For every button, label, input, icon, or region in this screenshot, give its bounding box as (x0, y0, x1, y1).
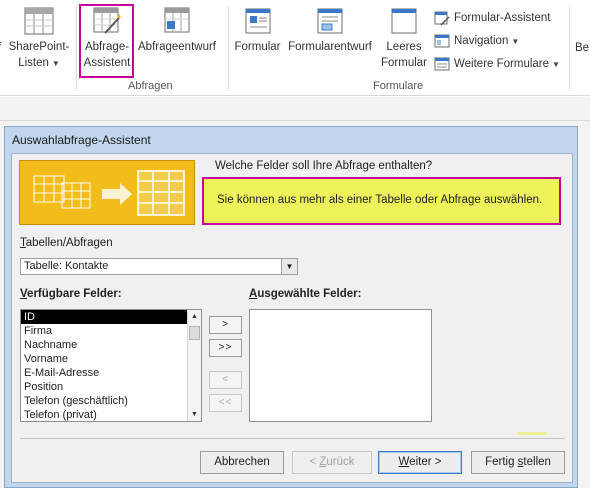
button-separator (20, 438, 565, 439)
ribbon-edge-right: Be (575, 42, 590, 54)
vertical-scrollbar[interactable]: ▲ ▼ (187, 310, 201, 421)
scroll-down-icon[interactable]: ▼ (188, 408, 201, 421)
selected-fields-label: Ausgewählte Felder: (249, 288, 362, 300)
form-wizard-button[interactable]: Formular-Assistent (434, 8, 551, 28)
info-callout: Sie können aus mehr als einer Tabelle od… (202, 177, 561, 225)
group-divider (228, 6, 229, 90)
dialog-title: Auswahlabfrage-Assistent (12, 133, 151, 147)
navigation-form-icon (434, 34, 450, 48)
list-item[interactable]: E-Mail-Adresse (21, 366, 187, 380)
more-forms-button[interactable]: Weitere Formulare ▼ (434, 54, 560, 74)
available-fields-list[interactable]: ID Firma Nachname Vorname E-Mail-Adresse… (20, 309, 202, 422)
selected-fields-list[interactable] (249, 309, 432, 422)
more-forms-icon (434, 57, 450, 71)
sharepoint-lists-button[interactable]: SharePoint- Listen ▼ (6, 6, 72, 72)
remove-all-fields-button[interactable]: << (209, 394, 242, 412)
finish-button[interactable]: Fertig stellen (471, 451, 565, 474)
group-divider (569, 6, 570, 90)
add-all-fields-button[interactable]: >> (209, 339, 242, 357)
ribbon: f SharePoint- Listen▼ Abfrage- Assistent (0, 0, 590, 96)
list-item[interactable]: Vorname (21, 352, 187, 366)
list-item[interactable]: Position (21, 380, 187, 394)
list-item[interactable]: Telefon (geschäftlich) (21, 394, 187, 408)
blank-form-button[interactable]: Leeres Formular (378, 6, 430, 71)
workspace-divider (0, 120, 590, 121)
list-item[interactable]: ID (21, 310, 187, 324)
form-button[interactable]: Formular (230, 6, 285, 55)
scroll-up-icon[interactable]: ▲ (188, 310, 201, 323)
list-item[interactable]: Telefon (privat) (21, 408, 187, 421)
tables-queries-label: Tabellen/Abfragen (20, 237, 113, 249)
group-label-queries: Abfragen (128, 80, 173, 92)
info-text: Sie können aus mehr als einer Tabelle od… (217, 194, 543, 206)
form-design-icon (317, 8, 343, 34)
add-field-button[interactable]: > (209, 316, 242, 334)
scrollbar-thumb[interactable] (189, 326, 200, 340)
list-item[interactable]: Firma (21, 324, 187, 338)
dialog-body: Welche Felder soll Ihre Abfrage enthalte… (11, 153, 573, 483)
query-design-button[interactable]: Abfrageentwurf (134, 6, 220, 55)
table-to-query-illustration-icon (33, 170, 185, 216)
next-button[interactable]: Weiter > (378, 451, 462, 474)
accent-mark (517, 432, 547, 435)
chevron-down-icon: ▼ (51, 59, 60, 68)
cancel-button[interactable]: Abbrechen (200, 451, 284, 474)
query-wizard-dialog: Auswahlabfrage-Assistent Welche Felder s… (4, 126, 578, 488)
chevron-down-icon: ▼ (552, 59, 560, 69)
tables-queries-select[interactable]: Tabelle: Kontakte ▼ (20, 258, 298, 275)
list-item[interactable]: Nachname (21, 338, 187, 352)
form-icon (245, 8, 270, 34)
form-wizard-icon (434, 11, 450, 26)
form-design-button[interactable]: Formularentwurf (285, 6, 375, 55)
group-divider (76, 6, 77, 90)
chevron-down-icon: ▼ (511, 36, 520, 46)
highlight-query-wizard (79, 4, 134, 78)
back-button[interactable]: < Zurück (292, 451, 372, 474)
remove-field-button[interactable]: < (209, 371, 242, 389)
chevron-down-icon[interactable]: ▼ (281, 259, 297, 274)
blank-form-icon (391, 8, 417, 34)
wizard-question: Welche Felder soll Ihre Abfrage enthalte… (215, 160, 433, 172)
ribbon-edge-left: f (0, 40, 1, 56)
sharepoint-list-icon (24, 7, 54, 35)
group-label-forms: Formulare (373, 80, 424, 92)
wizard-illustration (19, 160, 195, 225)
navigation-button[interactable]: Navigation ▼ (434, 31, 519, 51)
available-fields-label: Verfügbare Felder: (20, 288, 122, 300)
query-design-icon (164, 7, 190, 33)
